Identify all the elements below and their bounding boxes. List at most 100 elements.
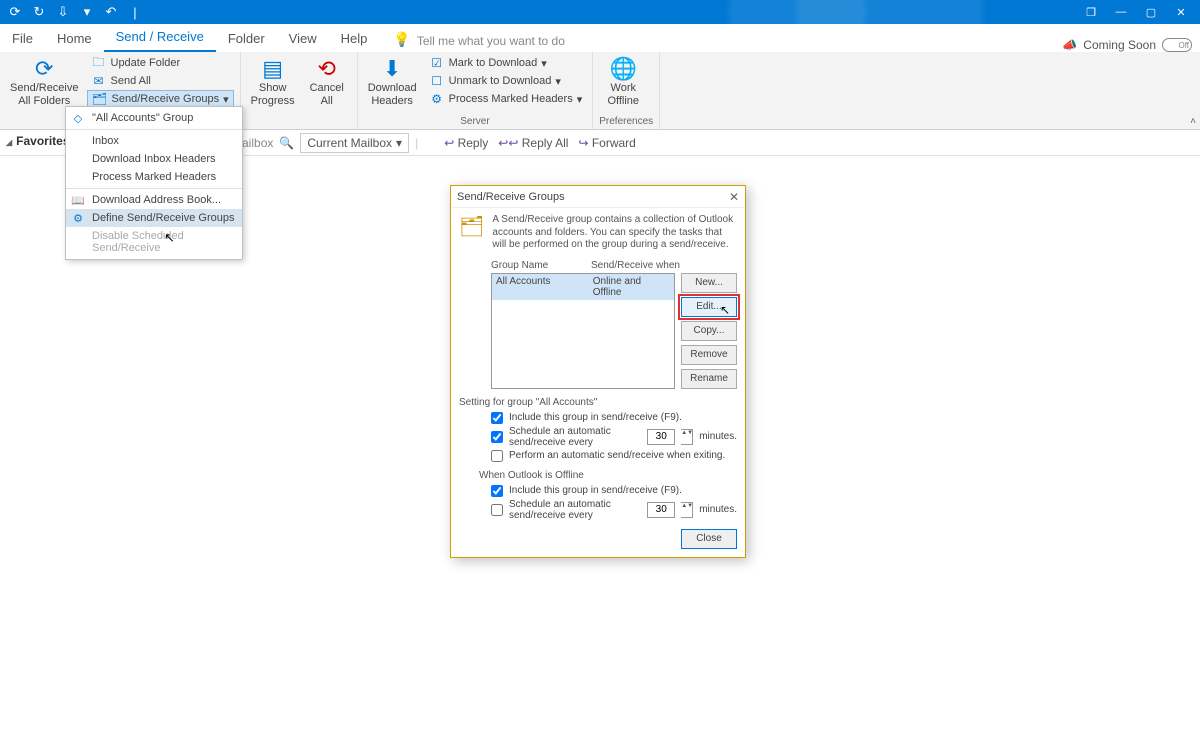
scope-label: Current Mailbox [307, 136, 392, 150]
cancel-all-label: Cancel All [310, 82, 344, 107]
redo-icon[interactable]: ↻ [28, 2, 50, 22]
tell-me-input[interactable]: Tell me what you want to do [417, 30, 565, 52]
coming-soon-toggle[interactable]: Off [1162, 38, 1192, 52]
cancel-all-button[interactable]: ⟲Cancel All [303, 54, 351, 109]
remove-button[interactable]: Remove [681, 345, 737, 365]
tab-help[interactable]: Help [329, 25, 380, 52]
menu-download-address-book[interactable]: 📖Download Address Book... [66, 191, 242, 209]
check-include-online[interactable]: Include this group in send/receive (F9). [491, 412, 737, 424]
unmark-to-download-button[interactable]: ☐Unmark to Download ▾ [425, 72, 587, 90]
group-label-download [247, 114, 351, 129]
checkbox-perform-exit[interactable] [491, 450, 503, 462]
ribbon-group-download: ▤Show Progress ⟲Cancel All [241, 52, 358, 129]
quick-access-toolbar: ⟳ ↻ ⇩ ▾ ↶ | [4, 2, 146, 22]
spin-minutes-online[interactable] [647, 429, 675, 445]
ribbon-group-server: ⬇Download Headers ☑ Mark to Download ▾ ☐U… [358, 52, 594, 129]
work-offline-button[interactable]: 🌐Work Offline [599, 54, 647, 109]
menu-download-inbox-headers[interactable]: Download Inbox Headers [66, 150, 242, 168]
groups-icon: 🗂 [92, 92, 108, 106]
close-dialog-button[interactable]: Close [681, 529, 737, 549]
reply-all-button[interactable]: ↩↩ Reply All [498, 136, 568, 150]
dialog-title: Send/Receive Groups [457, 191, 565, 203]
check-label: Include this group in send/receive (F9). [509, 485, 682, 496]
check-schedule-online[interactable]: Schedule an automatic send/receive every… [491, 426, 737, 448]
close-button[interactable]: ✕ [1166, 0, 1196, 24]
show-progress-button[interactable]: ▤Show Progress [247, 54, 299, 109]
minimize-button[interactable]: — [1106, 0, 1136, 24]
menu-process-marked-headers[interactable]: Process Marked Headers [66, 168, 242, 186]
rename-button[interactable]: Rename [681, 369, 737, 389]
tab-view[interactable]: View [277, 25, 329, 52]
row-group-name: All Accounts [496, 276, 593, 298]
menu-define-send-receive-groups[interactable]: ⚙Define Send/Receive Groups [66, 209, 242, 227]
book-icon: 📖 [70, 194, 86, 207]
group-listbox[interactable]: All Accounts Online and Offline [491, 273, 675, 389]
check-schedule-offline[interactable]: Schedule an automatic send/receive every… [491, 499, 737, 521]
check-include-offline[interactable]: Include this group in send/receive (F9). [491, 485, 737, 497]
dialog-titlebar: Send/Receive Groups ✕ [451, 186, 745, 208]
maximize-button[interactable]: ▢ [1136, 0, 1166, 24]
server-group-label: Server [364, 114, 587, 129]
send-all-label: Send All [111, 75, 151, 87]
group-row-all-accounts[interactable]: All Accounts Online and Offline [492, 274, 674, 300]
qat-divider: | [124, 2, 146, 22]
menu-all-accounts-group[interactable]: ◇"All Accounts" Group [66, 109, 242, 127]
tab-file[interactable]: File [0, 25, 45, 52]
tab-folder[interactable]: Folder [216, 25, 277, 52]
unmark-download-label: Unmark to Download [449, 75, 552, 87]
dialog-close-button[interactable]: ✕ [729, 190, 739, 204]
update-folder-button[interactable]: 🗀Update Folder [87, 54, 234, 72]
download-headers-button[interactable]: ⬇Download Headers [364, 54, 421, 109]
check-label: Schedule an automatic send/receive every [509, 499, 641, 521]
undo-icon[interactable]: ↶ [100, 2, 122, 22]
spinner-buttons[interactable]: ▲▼ [681, 502, 693, 518]
forward-button[interactable]: ↪ Forward [578, 136, 635, 150]
download-headers-label: Download Headers [368, 82, 417, 107]
popout-icon[interactable]: ❐ [1076, 0, 1106, 24]
copy-button[interactable]: Copy... [681, 321, 737, 341]
spin-minutes-offline[interactable] [647, 502, 675, 518]
preferences-group-label: Preferences [599, 114, 653, 129]
process-marked-headers-button[interactable]: ⚙Process Marked Headers ▾ [425, 90, 587, 108]
menu-label: "All Accounts" Group [92, 112, 193, 124]
check-label: Include this group in send/receive (F9). [509, 412, 682, 423]
checkbox-include-offline[interactable] [491, 485, 503, 497]
lightbulb-icon[interactable]: 💡 [387, 27, 416, 52]
update-folder-icon: 🗀 [91, 53, 107, 74]
send-all-button[interactable]: ✉Send All [87, 72, 234, 90]
edit-button[interactable]: Edit... [681, 297, 737, 317]
collapse-ribbon-button[interactable]: ˄ [1190, 116, 1196, 127]
menu-disable-scheduled[interactable]: Disable Scheduled Send/Receive [66, 227, 242, 257]
check-label: Perform an automatic send/receive when e… [509, 450, 725, 461]
dialog-desc-text: A Send/Receive group contains a collecti… [492, 214, 737, 252]
window-controls: ❐ — ▢ ✕ [1076, 0, 1196, 24]
title-bar: ⟳ ↻ ⇩ ▾ ↶ | ❐ — ▢ ✕ [0, 0, 1200, 24]
send-receive-all-folders-button[interactable]: ⟳ Send/Receive All Folders [6, 54, 83, 109]
new-button[interactable]: New... [681, 273, 737, 293]
checkbox-include-online[interactable] [491, 412, 503, 424]
process-icon: ⚙ [429, 92, 445, 106]
forward-label: Forward [592, 136, 636, 150]
mark-to-download-button[interactable]: ☑Mark to Download ▾ [425, 54, 587, 72]
menu-inbox[interactable]: Inbox [66, 132, 242, 150]
sync-icon[interactable]: ⟳ [4, 2, 26, 22]
check-perform-exit[interactable]: Perform an automatic send/receive when e… [491, 450, 737, 462]
mark-download-label: Mark to Download [449, 57, 538, 69]
ribbon-group-preferences: 🌐Work Offline Preferences [593, 52, 660, 129]
reply-button[interactable]: ↩ Reply [444, 136, 488, 150]
tab-send-receive[interactable]: Send / Receive [104, 23, 216, 52]
spinner-buttons[interactable]: ▲▼ [681, 429, 693, 445]
gear-icon: ⚙ [70, 212, 86, 225]
chevron-down-icon: ▾ [577, 93, 583, 106]
search-scope-dropdown[interactable]: Current Mailbox▾ [300, 133, 409, 153]
chevron-down-icon: ▾ [223, 93, 229, 106]
tab-home[interactable]: Home [45, 25, 104, 52]
search-icon[interactable]: 🔍 [279, 136, 294, 150]
titlebar-decoration [146, 0, 1076, 24]
checkbox-schedule-online[interactable] [491, 431, 503, 443]
chevron-icon[interactable]: ▾ [76, 2, 98, 22]
mark-icon: ☑ [429, 56, 445, 70]
attach-icon[interactable]: ⇩ [52, 2, 74, 22]
checkbox-schedule-offline[interactable] [491, 504, 503, 516]
coming-soon: 📣 Coming Soon Off [1054, 38, 1200, 52]
